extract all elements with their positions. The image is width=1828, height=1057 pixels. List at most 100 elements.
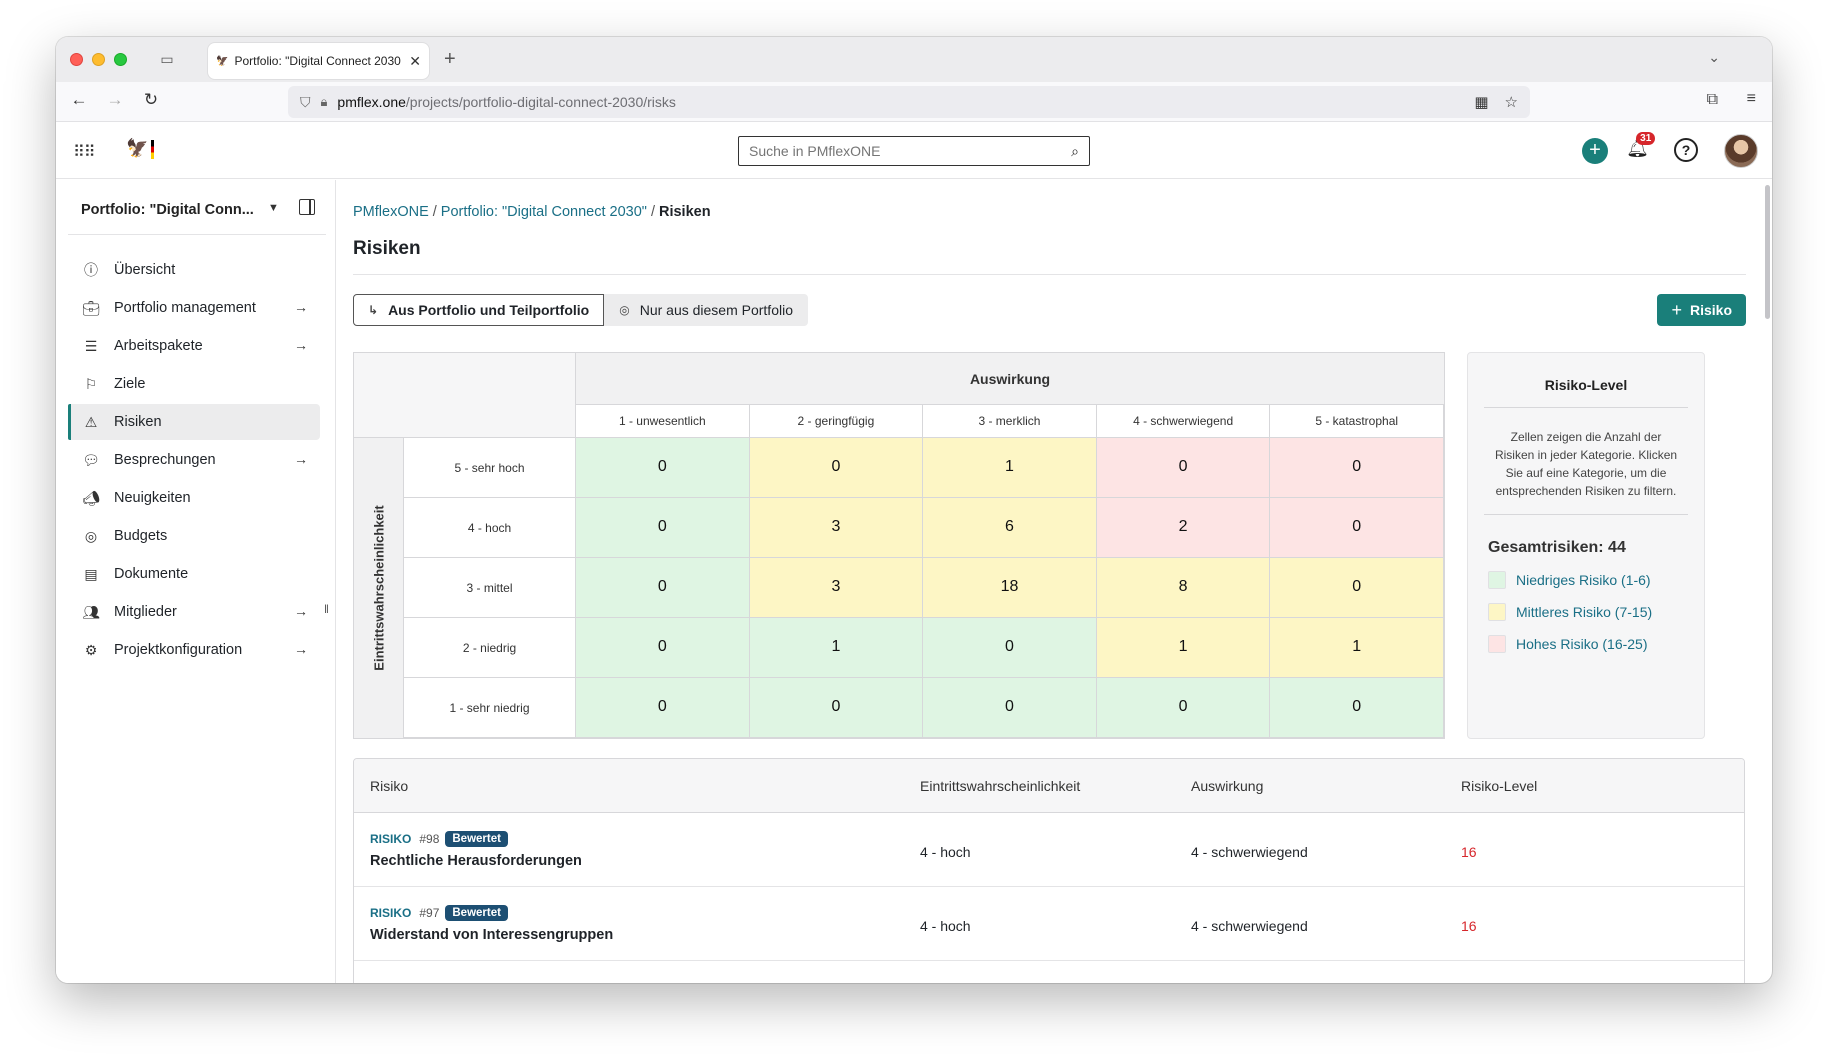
shield-icon[interactable]: ⛉ [300,94,311,111]
legend-item-high[interactable]: Hohes Risiko (16-25) [1488,635,1704,653]
chevron-down-icon[interactable]: ⌄ [1708,49,1720,66]
sidebar-item-label: Neuigkeiten [114,490,191,506]
matrix-cell[interactable]: 0 [1096,438,1271,498]
arrow-right-icon[interactable]: → [294,451,308,467]
sidebar-item-besprechungen[interactable]: 💬︎ Besprechungen → [68,442,320,478]
sidebar-item-label: Risiken [114,414,162,430]
qr-code-icon[interactable]: ▦ [1474,93,1488,111]
project-selector[interactable]: Portfolio: "Digital Conn... [81,202,266,218]
caret-down-icon[interactable]: ▼ [268,202,279,214]
risk-name-link[interactable]: Rechtliche Herausforderungen [370,853,582,869]
close-tab-icon[interactable]: ✕ [409,53,421,70]
logo-eagle-icon[interactable]: 🦅 [126,138,155,159]
sidebar-item-portfolio-management[interactable]: 💼︎ Portfolio management → [68,290,320,326]
maximize-window-button[interactable] [114,53,127,66]
arrow-right-icon[interactable]: → [294,299,308,315]
resize-handle[interactable]: ‖ [324,602,329,616]
scope-portfolio-and-subportfolio-button[interactable]: ↳ Aus Portfolio und Teilportfolio [353,294,605,326]
lock-icon[interactable]: 🔒︎ [321,94,328,110]
risk-type-label[interactable]: RISIKO [370,906,411,920]
matrix-cell[interactable]: 0 [576,618,750,678]
search-icon[interactable]: ⌕ [1071,143,1079,160]
tab-title: Portfolio: "Digital Connect 2030 [234,54,401,68]
list-icon: ☰ [84,337,98,354]
legend-item-mid[interactable]: Mittleres Risiko (7-15) [1488,603,1704,621]
hamburger-menu-icon[interactable]: ≡ [1747,90,1756,108]
global-search[interactable]: ⌕ [738,136,1090,166]
risk-name-link[interactable]: Widerstand von Interessengruppen [370,927,613,943]
quick-add-button[interactable]: + [1582,138,1608,164]
back-arrow-icon[interactable]: ← [68,90,90,110]
matrix-cell[interactable]: 0 [1270,438,1444,498]
close-window-button[interactable] [70,53,83,66]
sidebar-item-risiken[interactable]: ⚠ Risiken [68,404,320,440]
sidebar-item-dokumente[interactable]: ▤ Dokumente [68,556,320,592]
browser-tab[interactable]: 🦅 Portfolio: "Digital Connect 2030 ✕ [208,43,429,79]
collapse-sidebar-icon[interactable] [299,199,315,215]
matrix-cell[interactable]: 18 [923,558,1097,618]
sidebar-item-arbeitspakete[interactable]: ☰ Arbeitspakete → [68,328,320,364]
matrix-cell[interactable]: 0 [749,678,924,738]
bookmark-star-icon[interactable]: ☆ [1505,93,1518,111]
matrix-cell[interactable]: 2 [1096,498,1271,558]
search-input[interactable] [749,143,1072,159]
help-icon[interactable]: ? [1674,138,1698,162]
minimize-window-button[interactable] [92,53,105,66]
matrix-cell[interactable]: 3 [749,498,924,558]
reload-icon[interactable]: ↻ [140,90,162,110]
arrow-right-icon[interactable]: → [294,603,308,619]
legend-item-low[interactable]: Niedriges Risiko (1-6) [1488,571,1704,589]
matrix-cell[interactable]: 0 [576,558,750,618]
matrix-cell[interactable]: 0 [923,618,1097,678]
arrow-right-icon[interactable]: → [294,337,308,353]
add-risk-button[interactable]: + Risiko [1657,294,1746,326]
sidebar-item-label: Arbeitspakete [114,338,203,354]
matrix-cell[interactable]: 0 [923,678,1097,738]
arrow-right-icon[interactable]: → [294,641,308,657]
matrix-cell[interactable]: 0 [576,438,750,498]
scope-this-portfolio-button[interactable]: ◎ Nur aus diesem Portfolio [604,294,808,326]
table-row[interactable]: RISIKO #98 Bewertet Rechtliche Herausforder… [354,813,1744,887]
matrix-cell[interactable]: 3 [749,558,924,618]
impact-axis-title: Auswirkung [576,353,1444,405]
sidebar-item-ziele[interactable]: ⚐ Ziele [68,366,320,402]
matrix-cell[interactable]: 0 [576,678,750,738]
column-header-risk[interactable]: Risiko [370,778,408,794]
tab-overview-icon[interactable]: ▭ [157,50,177,70]
matrix-cell[interactable]: 6 [923,498,1097,558]
breadcrumb-portfolio-link[interactable]: Portfolio: "Digital Connect 2030" [441,204,647,220]
matrix-cell[interactable]: 0 [1270,678,1444,738]
matrix-cell[interactable]: 0 [576,498,750,558]
matrix-cell[interactable]: 1 [1096,618,1271,678]
breadcrumb-root-link[interactable]: PMflexONE [353,204,429,220]
matrix-cell[interactable]: 0 [1270,558,1444,618]
sidebar-item-neuigkeiten[interactable]: 📣︎ Neuigkeiten [68,480,320,516]
matrix-cell[interactable]: 1 [923,438,1097,498]
column-header-impact[interactable]: Auswirkung [1191,778,1263,794]
matrix-cell[interactable]: 1 [1270,618,1444,678]
matrix-cell[interactable]: 0 [749,438,924,498]
table-row[interactable]: RISIKO #97 Bewertet Widerstand von Interess… [354,887,1744,961]
high-swatch [1488,635,1506,653]
column-header-probability[interactable]: Eintrittswahrscheinlichkeit [920,778,1080,794]
sidebar-item-übersicht[interactable]: ⓘ Übersicht [68,252,320,288]
matrix-cell[interactable]: 1 [749,618,924,678]
matrix-cell[interactable]: 0 [1096,678,1271,738]
sidebar-item-budgets[interactable]: ◎ Budgets [68,518,320,554]
address-bar[interactable]: ⛉ 🔒︎ pmflex.one/projects/portfolio-digit… [288,86,1530,118]
matrix-cell[interactable]: 0 [1270,498,1444,558]
app-launcher-grid-icon[interactable]: ⠿⠿ [73,142,95,162]
sidebar-item-mitglieder[interactable]: 👥︎ Mitglieder → [68,594,320,630]
new-tab-icon[interactable]: + [444,48,456,71]
risk-number: #98 [419,832,440,846]
status-badge: Bewertet [445,905,508,921]
risk-type-label[interactable]: RISIKO [370,832,411,846]
matrix-cell[interactable]: 8 [1096,558,1271,618]
user-avatar[interactable] [1724,134,1758,168]
forward-arrow-icon[interactable]: → [104,90,126,110]
sidebar-item-projektkonfiguration[interactable]: ⚙ Projektkonfiguration → [68,632,320,668]
notifications-bell-icon[interactable]: 🔔︎ 31 [1626,132,1656,159]
extensions-icon[interactable]: ⧉ [1707,91,1718,109]
page-scrollbar[interactable] [1765,185,1770,319]
column-header-level[interactable]: Risiko-Level [1461,778,1537,794]
